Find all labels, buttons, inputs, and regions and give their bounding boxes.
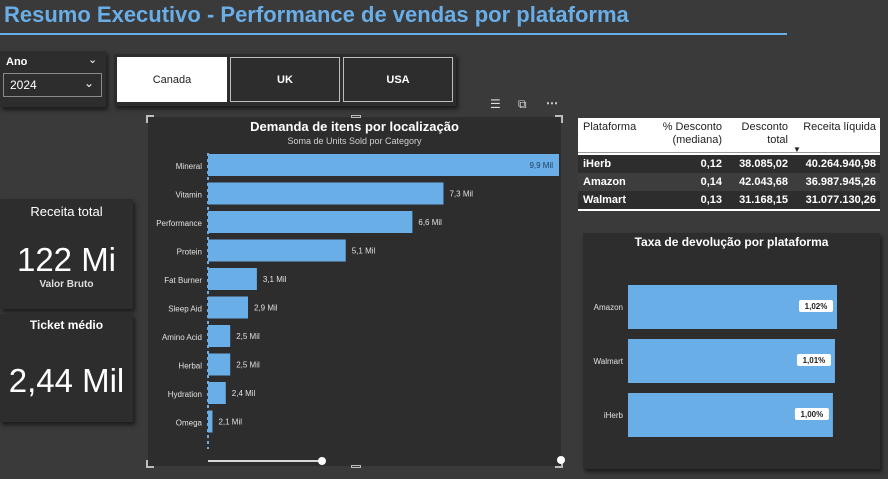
tile-usa[interactable]: USA — [343, 57, 453, 102]
category-label: iHerb — [604, 411, 624, 420]
column-header-desconto-total[interactable]: Desconto total — [728, 121, 788, 147]
bar[interactable] — [208, 239, 346, 262]
tile-uk[interactable]: UK — [230, 57, 340, 102]
focus-mode-icon[interactable]: ⧉ — [518, 97, 527, 112]
table-row[interactable]: Amazon 0,14 42.043,68 36.987.945,26 — [578, 173, 880, 191]
horizontal-scrollbar[interactable] — [208, 460, 324, 462]
resize-handle-top-right[interactable] — [555, 115, 563, 123]
bar[interactable] — [208, 211, 413, 233]
title-underline — [0, 33, 787, 35]
category-label: Amazon — [594, 303, 623, 312]
data-label: 3,1 Mil — [263, 275, 287, 284]
table-cell: 0,12 — [700, 158, 722, 170]
data-label: 1,01% — [803, 356, 826, 365]
resize-handle-bottom-left[interactable] — [146, 460, 154, 468]
table-cell: 31.077.130,26 — [805, 194, 876, 206]
data-label: 5,1 Mil — [352, 247, 376, 256]
table-row[interactable]: Walmart 0,13 31.168,15 31.077.130,26 — [578, 191, 880, 209]
category-label: Hydration — [168, 390, 202, 399]
category-label: Herbal — [178, 362, 202, 371]
table-cell: 0,13 — [700, 194, 722, 206]
return-rate-chart[interactable]: Taxa de devolução por plataforma Amazon 1… — [583, 233, 880, 469]
resize-handle-bottom[interactable] — [351, 465, 361, 468]
revenue-kpi-value: 122 Mi — [16, 241, 117, 278]
data-label: 6,6 Mil — [418, 218, 442, 227]
column-header-receita-liquida[interactable]: Receita líquida — [793, 121, 876, 134]
year-slicer-label: Ano — [6, 56, 28, 68]
platform-table: Plataforma % Desconto (mediana) Desconto… — [578, 118, 880, 211]
data-label: 1,00% — [801, 410, 824, 419]
table-cell: 0,14 — [700, 176, 722, 188]
slicer-collapse-chevron-icon[interactable]: ⌄ — [88, 53, 97, 66]
table-cell: 36.987.945,26 — [805, 176, 876, 188]
data-label: 2,1 Mil — [218, 418, 242, 427]
category-label: Omega — [176, 419, 203, 428]
category-label: Vitamin — [175, 191, 202, 200]
scrollbar-end-handle[interactable] — [557, 456, 565, 464]
revenue-kpi-title: Receita total — [30, 204, 103, 219]
data-label: 1,02% — [805, 302, 828, 311]
bar[interactable] — [208, 410, 213, 433]
demand-chart-plot: Mineral 9,9 Mil Vitamin 7,3 Mil Performance 6… — [156, 153, 559, 449]
table-cell: 31.168,15 — [739, 194, 788, 206]
resize-handle-top-left[interactable] — [146, 115, 154, 123]
scrollbar-handle[interactable] — [318, 457, 326, 465]
table-cell: Amazon — [583, 176, 626, 188]
category-label: Sleep Aid — [168, 305, 202, 314]
category-label: Performance — [156, 219, 202, 228]
bar[interactable] — [208, 325, 231, 347]
category-label: Mineral — [176, 162, 202, 171]
category-label: Walmart — [594, 357, 624, 366]
more-options-icon[interactable]: ⋯ — [546, 96, 558, 110]
tile-canada[interactable]: Canada — [117, 57, 227, 102]
data-label: 2,9 Mil — [254, 304, 278, 313]
page-title: Resumo Executivo - Performance de vendas… — [4, 2, 629, 27]
data-label: 2,5 Mil — [236, 361, 260, 370]
data-label: 7,3 Mil — [449, 190, 473, 199]
filter-icon[interactable]: ☰ — [490, 97, 501, 111]
table-cell: 38.085,02 — [739, 158, 788, 170]
category-label: Fat Burner — [164, 276, 202, 285]
revenue-kpi-card: Receita total 122 Mi Valor Bruto — [0, 199, 133, 309]
category-label: Amino Acid — [162, 333, 202, 342]
bar[interactable] — [208, 154, 559, 176]
year-dropdown-value: 2024 — [10, 78, 37, 92]
data-label: 9,9 Mil — [529, 161, 553, 170]
data-label: 2,4 Mil — [232, 389, 256, 398]
column-header-desconto-mediana[interactable]: % Desconto (mediana) — [642, 121, 722, 147]
bar[interactable] — [208, 182, 444, 205]
return-rate-plot: Amazon 1,02% Walmart 1,01% iHerb 1,00% — [594, 285, 837, 437]
table-header-divider — [578, 152, 880, 153]
year-dropdown[interactable]: 2024 ⌄ — [3, 73, 102, 97]
resize-handle-top[interactable] — [351, 115, 361, 118]
bar[interactable] — [208, 296, 248, 319]
bar[interactable] — [208, 382, 226, 404]
category-label: Protein — [177, 248, 202, 257]
demand-chart[interactable]: Demanda de itens por localização Soma de… — [146, 115, 565, 468]
ticket-kpi-title: Ticket médio — [29, 318, 104, 332]
revenue-kpi-caption: Valor Bruto — [39, 279, 94, 290]
column-header-plataforma[interactable]: Plataforma — [583, 121, 636, 134]
data-label: 2,5 Mil — [236, 332, 260, 341]
bar[interactable] — [208, 268, 257, 290]
ticket-kpi-card: Ticket médio 2,44 Mil — [0, 314, 133, 422]
chevron-down-icon: ⌄ — [84, 76, 95, 90]
table-row[interactable]: iHerb 0,12 38.085,02 40.264.940,98 — [578, 155, 880, 173]
table-cell: 42.043,68 — [739, 176, 788, 188]
bar[interactable] — [208, 353, 231, 376]
ticket-kpi-value: 2,44 Mil — [8, 362, 125, 399]
table-cell: 40.264.940,98 — [805, 158, 876, 170]
table-cell: iHerb — [583, 158, 612, 170]
table-cell: Walmart — [583, 194, 626, 206]
